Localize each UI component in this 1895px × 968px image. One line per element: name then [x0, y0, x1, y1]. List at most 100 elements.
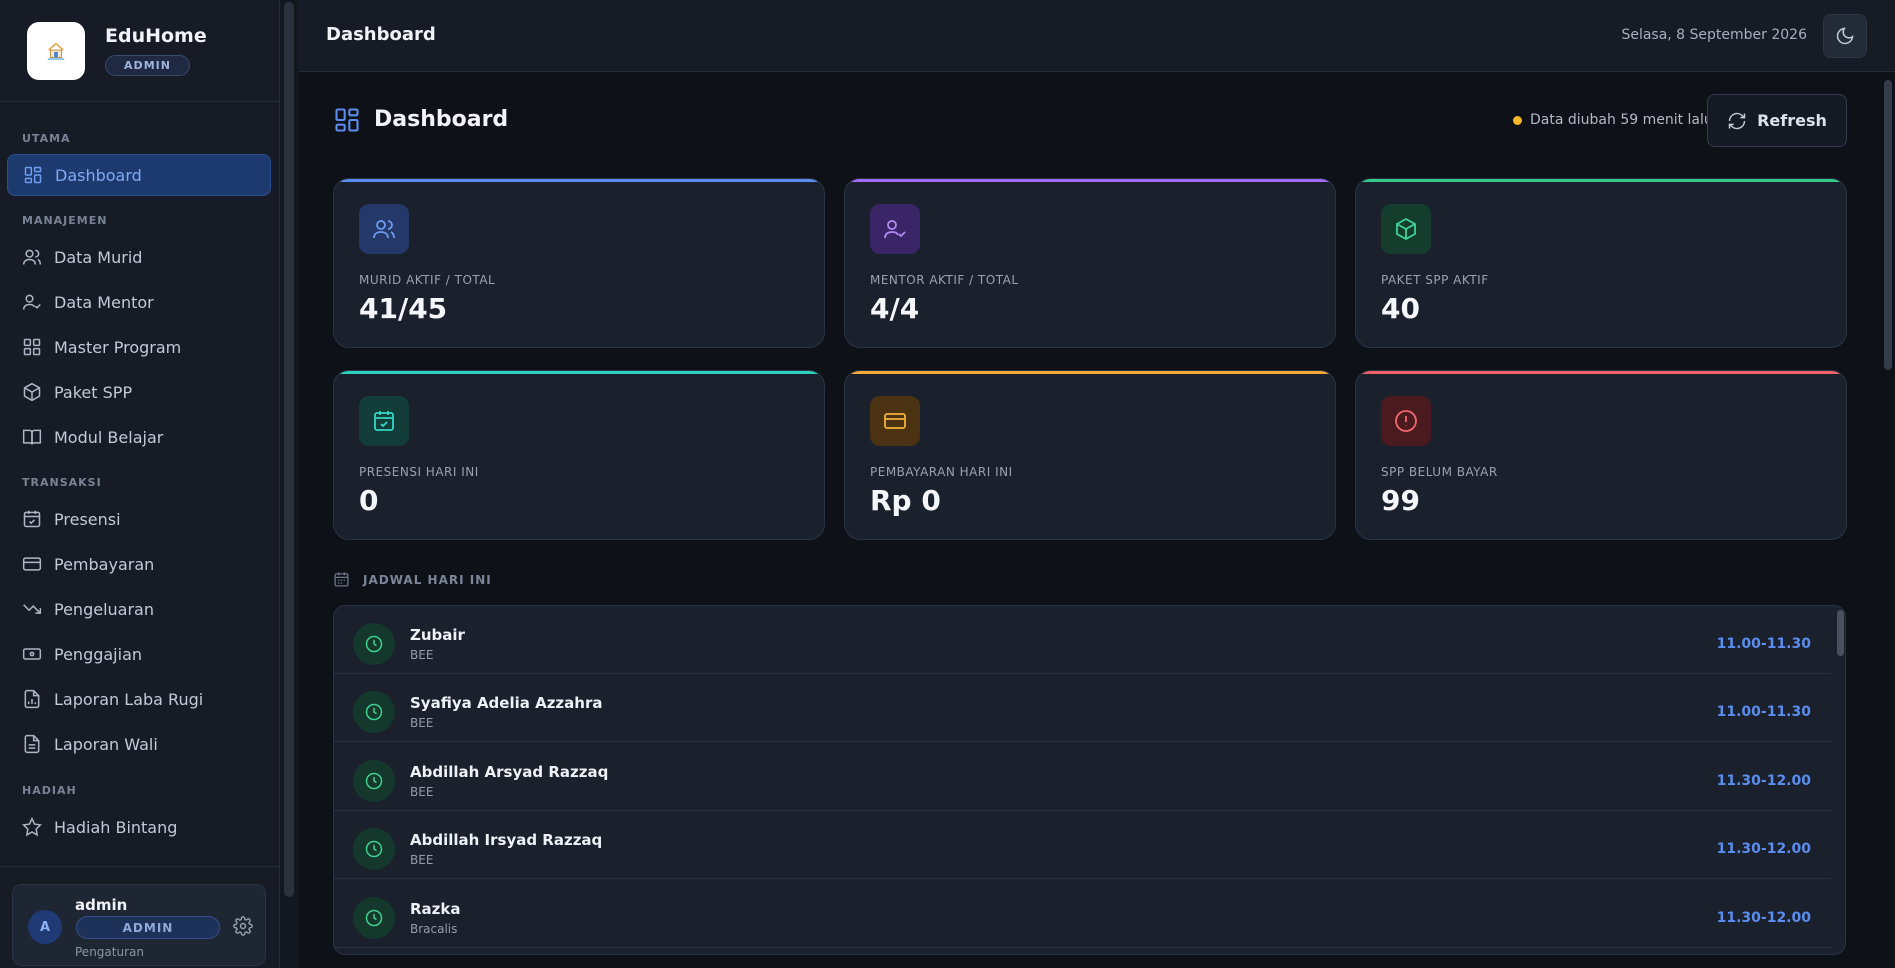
- session-time: 11.30-12.00: [1716, 910, 1811, 926]
- sidebar-item-hadiah-bintang[interactable]: Hadiah Bintang: [7, 806, 271, 848]
- refresh-button[interactable]: Refresh: [1707, 94, 1847, 147]
- sidebar-scrollbar[interactable]: [284, 2, 294, 897]
- stat-value: 99: [1381, 484, 1420, 517]
- sidebar-item-label: Pengeluaran: [54, 599, 154, 619]
- stat-card-spp-belum-bayar: SPP BELUM BAYAR 99: [1355, 370, 1847, 540]
- sidebar-item-label: Hadiah Bintang: [54, 817, 178, 837]
- topbar: Dashboard Selasa, 8 September 2026: [298, 0, 1895, 72]
- stat-value: 0: [359, 484, 379, 517]
- avatar: A: [28, 910, 62, 944]
- sidebar-item-presensi[interactable]: Presensi: [7, 498, 271, 540]
- stat-card-paket-spp: PAKET SPP AKTIF 40: [1355, 178, 1847, 348]
- calendar-icon: [333, 571, 350, 588]
- calendar-check-icon: [22, 509, 42, 529]
- sidebar: EduHome ADMIN UTAMA Dashboard MANAJEMEN …: [0, 0, 280, 968]
- nav-section-hadiah: HADIAH: [22, 784, 77, 797]
- card-accent-bar: [334, 371, 824, 374]
- sidebar-item-label: Master Program: [54, 337, 182, 357]
- stat-label: PAKET SPP AKTIF: [1381, 273, 1489, 287]
- sidebar-item-pembayaran[interactable]: Pembayaran: [7, 543, 271, 585]
- user-card[interactable]: A admin ADMIN Pengaturan: [12, 884, 266, 966]
- list-item[interactable]: Zubair BEE 11.00-11.30: [334, 606, 1831, 674]
- page-title: Dashboard: [374, 107, 509, 132]
- package-icon: [22, 382, 42, 402]
- user-name: admin: [75, 896, 128, 914]
- session-time: 11.30-12.00: [1716, 841, 1811, 857]
- refresh-label: Refresh: [1757, 111, 1827, 130]
- current-date: Selasa, 8 September 2026: [1621, 27, 1807, 43]
- house-logo-icon: [47, 42, 65, 60]
- student-name: Abdillah Arsyad Razzaq: [410, 763, 609, 781]
- stat-value: Rp 0: [870, 484, 941, 517]
- nav-section-transaksi: TRANSAKSI: [22, 476, 102, 489]
- credit-card-icon: [22, 554, 42, 574]
- brand-logo[interactable]: [27, 22, 85, 80]
- schedule-list: Zubair BEE 11.00-11.30 Syafiya Adelia Az…: [333, 605, 1846, 955]
- banknote-icon: [22, 644, 42, 664]
- trending-down-icon: [22, 599, 42, 619]
- nav-section-utama: UTAMA: [22, 132, 71, 145]
- stat-value: 40: [1381, 292, 1420, 325]
- main-scrollbar[interactable]: [1884, 80, 1892, 370]
- book-icon: [22, 427, 42, 447]
- stat-card-murid: MURID AKTIF / TOTAL 41/45: [333, 178, 825, 348]
- dashboard-icon: [23, 165, 43, 185]
- stat-value: 41/45: [359, 292, 448, 325]
- status-dot-icon: [1513, 116, 1522, 125]
- nav-section-manajemen: MANAJEMEN: [22, 214, 108, 227]
- sidebar-item-label: Presensi: [54, 509, 121, 529]
- schedule-heading: JADWAL HARI INI: [363, 573, 492, 587]
- brand-header: EduHome ADMIN: [0, 0, 280, 102]
- clock-icon: [353, 760, 395, 802]
- data-status-text: Data diubah 59 menit lalu: [1530, 112, 1713, 128]
- sidebar-item-data-mentor[interactable]: Data Mentor: [7, 281, 271, 323]
- program-name: Bracalis: [410, 922, 458, 936]
- sidebar-item-label: Data Mentor: [54, 292, 154, 312]
- program-name: BEE: [410, 716, 434, 730]
- file-chart-icon: [22, 689, 42, 709]
- program-name: BEE: [410, 648, 434, 662]
- users-icon: [359, 204, 409, 254]
- list-item[interactable]: Abdillah Arsyad Razzaq BEE 11.30-12.00: [334, 743, 1831, 811]
- sidebar-item-dashboard[interactable]: Dashboard: [7, 154, 271, 196]
- refresh-icon: [1727, 111, 1747, 131]
- sidebar-item-label: Data Murid: [54, 247, 143, 267]
- sidebar-item-label: Penggajian: [54, 644, 143, 664]
- user-settings-label[interactable]: Pengaturan: [75, 945, 144, 959]
- sidebar-item-label: Laporan Wali: [54, 734, 158, 754]
- stat-card-pembayaran: PEMBAYARAN HARI INI Rp 0: [844, 370, 1336, 540]
- list-item[interactable]: Syafiya Adelia Azzahra BEE 11.00-11.30: [334, 674, 1831, 742]
- sidebar-item-pengeluaran[interactable]: Pengeluaran: [7, 588, 271, 630]
- sidebar-item-modul-belajar[interactable]: Modul Belajar: [7, 416, 271, 458]
- list-item[interactable]: Abdillah Irsyad Razzaq BEE 11.30-12.00: [334, 811, 1831, 879]
- theme-toggle-button[interactable]: [1823, 14, 1867, 58]
- sidebar-item-laporan-laba-rugi[interactable]: Laporan Laba Rugi: [7, 678, 271, 720]
- file-text-icon: [22, 734, 42, 754]
- program-name: BEE: [410, 853, 434, 867]
- card-accent-bar: [1356, 179, 1846, 182]
- stat-label: PRESENSI HARI INI: [359, 465, 479, 479]
- list-item[interactable]: Razka Bracalis 11.30-12.00: [334, 880, 1831, 948]
- sidebar-item-label: Laporan Laba Rugi: [54, 689, 204, 709]
- sidebar-item-label: Dashboard: [55, 165, 142, 185]
- sidebar-item-data-murid[interactable]: Data Murid: [7, 236, 271, 278]
- sidebar-item-master-program[interactable]: Master Program: [7, 326, 271, 368]
- card-accent-bar: [845, 371, 1335, 374]
- clock-icon: [353, 897, 395, 939]
- stat-label: MENTOR AKTIF / TOTAL: [870, 273, 1019, 287]
- sidebar-item-label: Pembayaran: [54, 554, 155, 574]
- clock-icon: [353, 623, 395, 665]
- gear-icon[interactable]: [233, 916, 253, 936]
- sidebar-item-paket-spp[interactable]: Paket SPP: [7, 371, 271, 413]
- stat-label: MURID AKTIF / TOTAL: [359, 273, 496, 287]
- schedule-scrollbar[interactable]: [1837, 610, 1844, 656]
- sidebar-item-laporan-wali[interactable]: Laporan Wali: [7, 723, 271, 765]
- package-icon: [1381, 204, 1431, 254]
- user-role-badge: ADMIN: [76, 916, 220, 939]
- clock-icon: [353, 691, 395, 733]
- topbar-title: Dashboard: [326, 24, 436, 45]
- sidebar-item-penggajian[interactable]: Penggajian: [7, 633, 271, 675]
- student-name: Razka: [410, 900, 461, 918]
- clock-icon: [353, 828, 395, 870]
- star-icon: [22, 817, 42, 837]
